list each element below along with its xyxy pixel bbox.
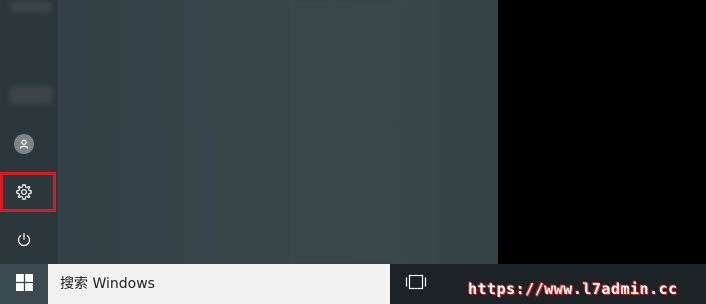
start-button[interactable] (0, 264, 48, 304)
power-icon (16, 232, 32, 248)
settings-button[interactable] (0, 174, 48, 210)
search-input[interactable] (60, 276, 360, 292)
user-account-icon (14, 134, 34, 154)
watermark-text: https://www.l7admin.cc (468, 280, 678, 298)
blurred-rail-item (10, 86, 52, 104)
account-button[interactable] (0, 126, 48, 162)
blurred-rail-item (10, 2, 52, 12)
start-menu-rail (0, 0, 58, 264)
start-tiles-area (58, 0, 498, 264)
power-button[interactable] (0, 222, 48, 258)
start-menu (0, 0, 498, 264)
blurred-tile-region (288, 0, 438, 264)
desktop-background (498, 0, 706, 264)
gear-icon (15, 183, 33, 201)
task-view-button[interactable] (392, 264, 440, 304)
desktop-screen: https://www.l7admin.cc (0, 0, 706, 304)
search-box[interactable] (48, 264, 390, 304)
task-view-icon (405, 274, 427, 294)
windows-logo-icon (15, 273, 33, 295)
